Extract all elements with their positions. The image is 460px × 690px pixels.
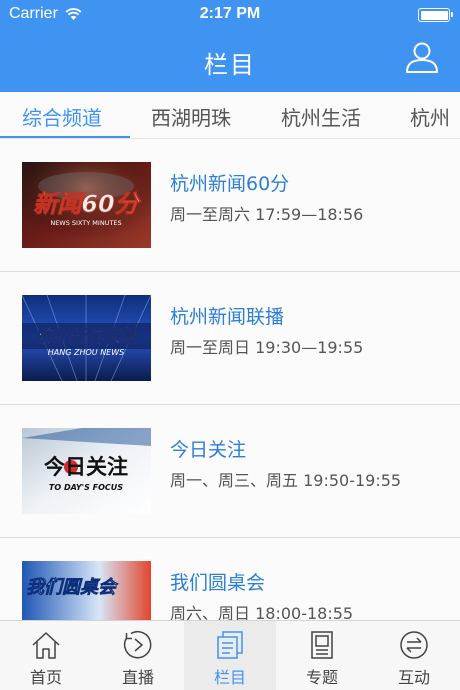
tabbar-label: 栏目 — [213, 668, 246, 687]
logo-text: 杭州新闻联播 — [35, 327, 140, 347]
tabbar-label: 专题 — [305, 668, 338, 687]
logo-text: 我们圆桌会 — [26, 577, 119, 598]
page-title: 栏目 — [204, 51, 256, 79]
tab-hangzhou[interactable]: 杭州 — [410, 102, 450, 131]
program-thumbnail: 今日关注 TO DAY'S FOCUS — [22, 428, 151, 514]
tabbar-home[interactable]: 首页 — [0, 621, 92, 690]
nav-bar: 栏目 — [0, 30, 460, 92]
battery-icon — [418, 8, 453, 22]
live-icon — [123, 630, 152, 659]
header: Carrier 2:17 PM 栏目 — [0, 0, 460, 92]
program-schedule: 周六、周日 18:00-18:55 — [170, 604, 354, 620]
list-item[interactable]: 今日关注 TO DAY'S FOCUS 今日关注 周一、周三、周五 19:50-… — [0, 405, 460, 538]
bottom-tab-bar: 首页 直播 栏目 专题 互动 — [0, 620, 460, 690]
topic-icon — [311, 631, 333, 659]
program-schedule: 周一至周六 17:59—18:56 — [170, 205, 364, 224]
tab-zonghe[interactable]: 综合频道 — [22, 102, 102, 131]
tabbar-topics[interactable]: 专题 — [276, 621, 368, 690]
program-title[interactable]: 杭州新闻联播 — [170, 302, 284, 329]
list-item[interactable]: 杭州新闻联播 HANG ZHOU NEWS 杭州新闻联播 周一至周日 19:30… — [0, 272, 460, 405]
program-title[interactable]: 今日关注 — [170, 435, 246, 462]
tabbar-interact[interactable]: 互动 — [368, 621, 460, 690]
program-schedule: 周一至周日 19:30—19:55 — [170, 338, 364, 357]
tab-hangzhou-life[interactable]: 杭州生活 — [281, 102, 361, 131]
logo-text: 今日关注 — [44, 455, 128, 479]
columns-icon — [217, 631, 243, 659]
logo-subtitle: TO DAY'S FOCUS — [49, 483, 123, 492]
program-schedule: 周一、周三、周五 19:50-19:55 — [170, 471, 402, 490]
tabbar-label: 互动 — [397, 668, 430, 687]
status-bar: Carrier 2:17 PM — [0, 0, 460, 30]
program-list[interactable]: 新闻60分 NEWS SIXTY MINUTES 杭州新闻60分 周一至周六 1… — [0, 139, 460, 620]
program-title[interactable]: 我们圆桌会 — [170, 568, 265, 595]
list-item[interactable]: 我们圆桌会 我们圆桌会 周六、周日 18:00-18:55 — [0, 538, 460, 620]
logo-text: 新闻60分 — [33, 190, 141, 218]
interact-icon — [400, 631, 428, 659]
program-thumbnail: 杭州新闻联播 HANG ZHOU NEWS — [22, 295, 151, 381]
program-thumbnail: 新闻60分 NEWS SIXTY MINUTES — [22, 162, 151, 248]
home-icon — [32, 632, 60, 659]
user-icon[interactable] — [404, 39, 440, 75]
tab-xihu[interactable]: 西湖明珠 — [151, 102, 231, 131]
program-thumbnail: 我们圆桌会 — [22, 561, 151, 620]
clock: 2:17 PM — [199, 5, 261, 22]
tabbar-label: 首页 — [29, 668, 62, 687]
list-item[interactable]: 新闻60分 NEWS SIXTY MINUTES 杭州新闻60分 周一至周六 1… — [0, 139, 460, 272]
logo-subtitle: NEWS SIXTY MINUTES — [50, 219, 121, 227]
tabbar-live[interactable]: 直播 — [92, 621, 184, 690]
channel-tabs: 综合频道 西湖明珠 杭州生活 杭州 — [0, 92, 460, 139]
tabbar-columns[interactable]: 栏目 — [184, 621, 276, 690]
logo-subtitle: HANG ZHOU NEWS — [48, 348, 124, 357]
program-title[interactable]: 杭州新闻60分 — [170, 169, 289, 196]
tabbar-label: 直播 — [121, 668, 154, 687]
